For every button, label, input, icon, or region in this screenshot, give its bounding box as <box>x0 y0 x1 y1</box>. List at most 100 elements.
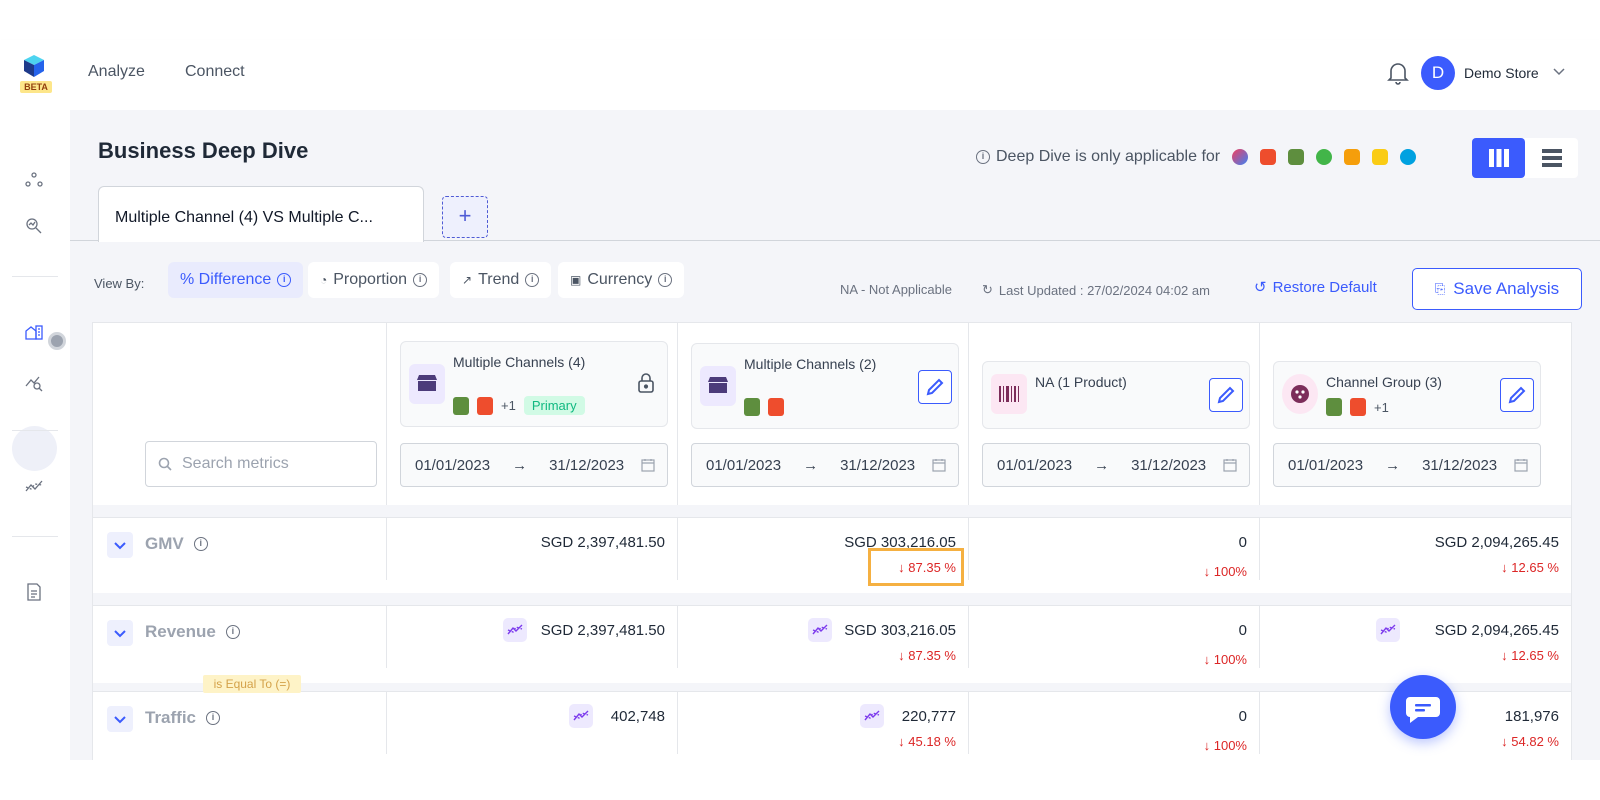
trend-search-icon[interactable] <box>24 372 44 392</box>
extra-count: +1 <box>501 398 516 413</box>
trend-icon: ↗ <box>462 273 473 287</box>
trend-chart-icon[interactable] <box>808 618 832 642</box>
chip-difference[interactable]: % Difference i <box>168 262 304 298</box>
tab-comparison[interactable]: Multiple Channel (4) VS Multiple C... <box>98 186 424 242</box>
shopee-icon <box>477 396 493 415</box>
metric-value: 0 <box>1238 534 1247 551</box>
expand-button[interactable] <box>107 620 133 646</box>
column-card-3[interactable]: NA (1 Product) <box>982 361 1250 429</box>
refresh-icon: ↻ <box>982 282 993 297</box>
column-divider <box>386 323 387 505</box>
value-cell: 0 ↓ 100% <box>968 518 1259 580</box>
chevron-down-icon <box>114 630 126 638</box>
bell-icon[interactable] <box>1386 60 1410 86</box>
sidebar-item-business-active[interactable] <box>12 426 57 471</box>
sidebar-divider <box>12 276 58 277</box>
last-updated: ↻ Last Updated : 27/02/2024 04:02 am <box>982 282 1210 298</box>
app-logo[interactable]: BETA <box>20 54 52 96</box>
pencil-icon <box>926 378 944 396</box>
restore-default-label: Restore Default <box>1272 278 1377 296</box>
business-icon[interactable] <box>24 322 44 342</box>
column-divider <box>1259 323 1260 505</box>
view-toggle <box>1472 138 1578 178</box>
expand-button[interactable] <box>107 532 133 558</box>
column-view-button[interactable] <box>1472 138 1525 178</box>
calendar-icon <box>1223 459 1237 472</box>
trend-chart-icon[interactable] <box>503 618 527 642</box>
date-range-4[interactable]: 01/01/2023 → 31/12/2023 <box>1273 443 1541 487</box>
date-range-2[interactable]: 01/01/2023 → 31/12/2023 <box>691 443 959 487</box>
store-name[interactable]: Demo Store <box>1464 65 1539 81</box>
calendar-icon <box>932 459 946 472</box>
chip-currency[interactable]: ▣ Currency i <box>558 262 685 298</box>
amazon-icon <box>1344 149 1361 165</box>
info-icon[interactable]: i <box>206 711 221 725</box>
column-name: Channel Group (3) <box>1326 374 1442 390</box>
chat-button[interactable] <box>1390 675 1456 739</box>
info-icon: i <box>976 150 990 164</box>
column-card-4[interactable]: Channel Group (3) +1 <box>1273 361 1541 429</box>
date-end: 31/12/2023 <box>1131 456 1207 474</box>
column-card-2[interactable]: Multiple Channels (2) <box>691 343 959 429</box>
shopify-icon <box>1326 398 1342 416</box>
percent-change: ↓ 12.65 % <box>1501 648 1559 663</box>
trend-chart-icon[interactable] <box>860 704 884 728</box>
date-range-1[interactable]: 01/01/2023 → 31/12/2023 <box>400 443 668 487</box>
nav-connect[interactable]: Connect <box>185 63 245 81</box>
column-card-1[interactable]: Multiple Channels (4) +1 Primary <box>400 341 668 427</box>
edit-button[interactable] <box>1209 378 1243 412</box>
nav-analyze[interactable]: Analyze <box>88 63 145 81</box>
restore-default-button[interactable]: ↺ Restore Default <box>1254 278 1377 297</box>
search-analytics-icon[interactable] <box>24 216 44 236</box>
edit-button[interactable] <box>1500 378 1534 412</box>
list-icon <box>1542 149 1562 167</box>
list-view-button[interactable] <box>1525 138 1578 178</box>
date-end: 31/12/2023 <box>840 456 916 474</box>
nodes-icon[interactable] <box>24 170 44 190</box>
date-start: 01/01/2023 <box>997 456 1073 474</box>
chip-trend-label: Trend <box>478 271 520 288</box>
add-tab-button[interactable]: + <box>442 196 488 238</box>
chip-proportion[interactable]: ◔ Proportion i <box>308 262 440 298</box>
applicable-note: i Deep Dive is only applicable for <box>976 148 1417 166</box>
chat-icon <box>1406 697 1440 723</box>
value-cell: SGD 2,094,265.45 ↓ 12.65 % <box>1259 606 1571 668</box>
row-gap <box>93 593 1571 605</box>
expand-button[interactable] <box>107 706 133 732</box>
info-icon[interactable]: i <box>225 625 240 639</box>
value-cell: 402,748 <box>386 692 677 754</box>
date-range-3[interactable]: 01/01/2023 → 31/12/2023 <box>982 443 1250 487</box>
metric-value: 402,748 <box>610 708 665 725</box>
lock-icon <box>638 373 654 393</box>
shopee-icon <box>1350 398 1366 416</box>
edit-button[interactable] <box>918 370 952 404</box>
info-icon: i <box>413 273 428 287</box>
info-icon[interactable]: i <box>193 537 208 551</box>
top-bar: BETA Analyze Connect D Demo Store <box>0 40 1600 110</box>
save-analysis-button[interactable]: ⎘ Save Analysis <box>1412 268 1582 310</box>
search-placeholder: Search metrics <box>182 455 289 472</box>
chip-trend[interactable]: ↗ Trend i <box>450 262 552 298</box>
metric-row-gmv: GMV i SGD 2,397,481.50 SGD 303,216.05 ↓ 87… <box>93 517 1571 593</box>
lazada-icon <box>1232 149 1249 165</box>
info-icon: i <box>525 273 540 287</box>
pencil-icon <box>1217 386 1235 404</box>
channel-icons <box>744 398 784 416</box>
avatar[interactable]: D <box>1421 56 1455 90</box>
search-icon <box>158 457 172 471</box>
value-cell: SGD 303,216.05 ↓ 87.35 % <box>677 606 968 668</box>
search-input[interactable]: Search metrics <box>145 441 377 487</box>
trend-chart-icon[interactable] <box>569 704 593 728</box>
pie-icon: ◔ <box>320 273 328 287</box>
save-icon: ⎘ <box>1434 281 1446 296</box>
line-chart-icon[interactable] <box>24 476 44 496</box>
chevron-down-icon[interactable] <box>1552 65 1566 79</box>
primary-badge: Primary <box>523 396 585 415</box>
report-icon[interactable] <box>24 582 44 602</box>
highlight-box <box>868 548 964 586</box>
metric-label: GMV i <box>145 534 208 554</box>
barcode-icon <box>991 374 1027 414</box>
metric-row-revenue: Revenue i SGD 2,397,481.50 SGD 303,216.05… <box>93 605 1571 683</box>
trend-chart-icon[interactable] <box>1376 618 1400 642</box>
toggle-dot[interactable] <box>48 332 66 350</box>
